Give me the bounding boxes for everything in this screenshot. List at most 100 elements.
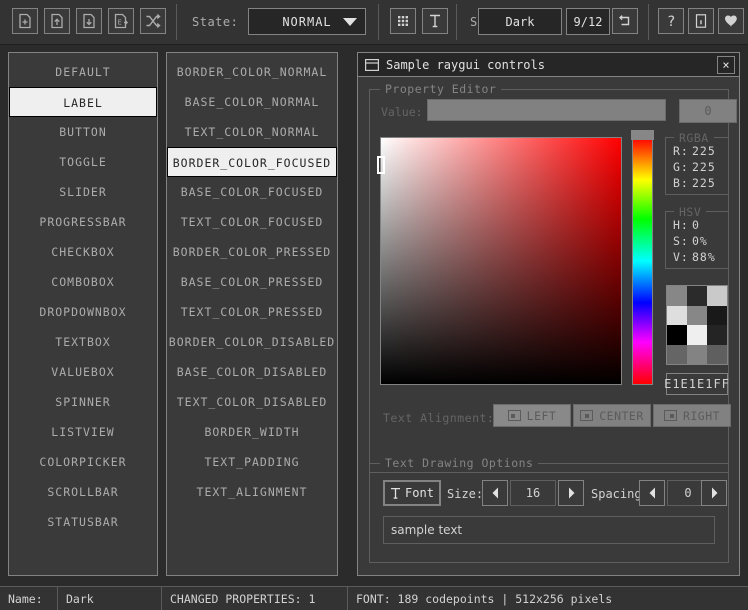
control-list-item-toggle[interactable]: TOGGLE	[9, 147, 157, 177]
reload-style-button[interactable]	[612, 8, 638, 34]
control-list-panel[interactable]: DEFAULT LABEL BUTTON TOGGLE SLIDER PROGR…	[8, 52, 158, 576]
palette-swatch[interactable]	[667, 306, 687, 326]
close-icon[interactable]: ×	[717, 56, 735, 74]
control-list-item-colorpicker[interactable]: COLORPICKER	[9, 447, 157, 477]
status-bar: Name: Dark CHANGED PROPERTIES: 1 FONT: 1…	[0, 586, 748, 610]
status-name-value[interactable]: Dark	[58, 587, 162, 610]
color-picker-sv-area[interactable]	[380, 137, 622, 385]
rgba-g-value[interactable]: 225	[692, 160, 716, 174]
size-value-box[interactable]: 16	[510, 480, 556, 506]
control-list-item-slider[interactable]: SLIDER	[9, 177, 157, 207]
new-style-button[interactable]	[12, 8, 38, 34]
text-toggle-button[interactable]	[422, 8, 448, 34]
palette-swatch[interactable]	[687, 286, 707, 306]
property-list-item-border-color-disabled[interactable]: BORDER_COLOR_DISABLED	[167, 327, 337, 357]
size-decrement-button[interactable]	[482, 480, 508, 506]
property-list-item-border-color-normal[interactable]: BORDER_COLOR_NORMAL	[167, 57, 337, 87]
value-number-box[interactable]: 0	[679, 99, 737, 123]
palette-swatch[interactable]	[687, 345, 707, 365]
control-list-item-default[interactable]: DEFAULT	[9, 57, 157, 87]
hsv-s-value[interactable]: 0%	[692, 234, 708, 248]
palette-swatch[interactable]	[667, 345, 687, 365]
align-left-toggle[interactable]: LEFT	[493, 404, 571, 427]
palette-swatch[interactable]	[687, 306, 707, 326]
style-count-box[interactable]: 9/12	[566, 8, 610, 35]
palette-swatch[interactable]	[707, 345, 727, 365]
palette-swatch[interactable]	[687, 325, 707, 345]
palette-swatch[interactable]	[667, 286, 687, 306]
control-list-item-checkbox[interactable]: CHECKBOX	[9, 237, 157, 267]
property-list-item-base-color-focused[interactable]: BASE_COLOR_FOCUSED	[167, 177, 337, 207]
window-title-bar[interactable]: Sample raygui controls ×	[358, 53, 739, 77]
file-new-icon	[17, 13, 33, 29]
control-list-item-scrollbar[interactable]: SCROLLBAR	[9, 477, 157, 507]
align-right-icon	[664, 410, 677, 421]
control-list-item-listview[interactable]: LISTVIEW	[9, 417, 157, 447]
hsv-h-value[interactable]: 0	[692, 218, 700, 232]
color-picker[interactable]	[380, 137, 655, 385]
palette-swatch[interactable]	[667, 325, 687, 345]
text-icon	[428, 13, 442, 29]
spacing-decrement-button[interactable]	[639, 480, 665, 506]
control-list-item-valuebox[interactable]: VALUEBOX	[9, 357, 157, 387]
toolbar-divider-2	[378, 4, 379, 40]
align-right-toggle[interactable]: RIGHT	[653, 404, 731, 427]
toolbar-divider-1	[176, 4, 177, 40]
align-center-toggle[interactable]: CENTER	[573, 404, 651, 427]
control-list-item-statusbar[interactable]: STATUSBAR	[9, 507, 157, 537]
property-list-panel[interactable]: BORDER_COLOR_NORMAL BASE_COLOR_NORMAL TE…	[166, 52, 338, 576]
palette-swatch[interactable]	[707, 306, 727, 326]
control-list-item-textbox[interactable]: TEXTBOX	[9, 327, 157, 357]
property-list-item-text-color-normal[interactable]: TEXT_COLOR_NORMAL	[167, 117, 337, 147]
load-style-button[interactable]	[44, 8, 70, 34]
spacing-increment-button[interactable]	[701, 480, 727, 506]
file-save-icon	[81, 13, 97, 29]
hue-bar[interactable]	[632, 137, 653, 385]
palette-swatch[interactable]	[707, 325, 727, 345]
value-slider[interactable]	[427, 99, 666, 121]
sponsor-button[interactable]	[718, 8, 744, 34]
property-list-item-border-width[interactable]: BORDER_WIDTH	[167, 417, 337, 447]
rgba-r-value[interactable]: 225	[692, 144, 716, 158]
rgba-b-value[interactable]: 225	[692, 176, 716, 190]
help-button[interactable]: ?	[658, 8, 684, 34]
info-icon	[694, 13, 708, 29]
property-list-item-base-color-disabled[interactable]: BASE_COLOR_DISABLED	[167, 357, 337, 387]
align-center-label: CENTER	[599, 409, 644, 423]
palette-swatch[interactable]	[707, 286, 727, 306]
property-list-item-border-color-focused[interactable]: BORDER_COLOR_FOCUSED	[167, 147, 337, 177]
style-name-box[interactable]: Dark	[478, 8, 562, 35]
sample-controls-window: Sample raygui controls × Property Editor…	[357, 52, 740, 576]
random-style-button[interactable]	[140, 8, 166, 34]
property-list-item-base-color-normal[interactable]: BASE_COLOR_NORMAL	[167, 87, 337, 117]
hsv-v-value[interactable]: 88%	[692, 250, 716, 264]
export-style-button[interactable]: E	[108, 8, 134, 34]
control-list-item-dropdownbox[interactable]: DROPDOWNBOX	[9, 297, 157, 327]
property-list-item-text-padding[interactable]: TEXT_PADDING	[167, 447, 337, 477]
color-picker-cursor[interactable]	[377, 156, 385, 174]
size-increment-button[interactable]	[558, 480, 584, 506]
control-list-item-spinner[interactable]: SPINNER	[9, 387, 157, 417]
svg-text:?: ?	[667, 14, 675, 29]
property-list-item-border-color-pressed[interactable]: BORDER_COLOR_PRESSED	[167, 237, 337, 267]
hue-bar-handle[interactable]	[631, 130, 654, 140]
property-list-item-base-color-pressed[interactable]: BASE_COLOR_PRESSED	[167, 267, 337, 297]
property-list-item-text-alignment[interactable]: TEXT_ALIGNMENT	[167, 477, 337, 507]
info-button[interactable]	[688, 8, 714, 34]
save-style-button[interactable]	[76, 8, 102, 34]
control-list-item-button[interactable]: BUTTON	[9, 117, 157, 147]
property-list-item-text-color-disabled[interactable]: TEXT_COLOR_DISABLED	[167, 387, 337, 417]
property-list-item-text-color-pressed[interactable]: TEXT_COLOR_PRESSED	[167, 297, 337, 327]
size-value: 16	[526, 486, 540, 500]
sample-text-input[interactable]: sample text	[383, 516, 715, 544]
hex-value-box[interactable]: E1E1E1FF	[666, 373, 728, 395]
state-dropdown[interactable]: NORMAL	[248, 8, 366, 35]
control-list-item-label[interactable]: LABEL	[9, 87, 157, 117]
text-alignment-label: Text Alignment:	[383, 411, 494, 425]
color-palette[interactable]	[666, 285, 728, 365]
font-button[interactable]: Font	[383, 480, 441, 506]
control-list-item-progressbar[interactable]: PROGRESSBAR	[9, 207, 157, 237]
property-list-item-text-color-focused[interactable]: TEXT_COLOR_FOCUSED	[167, 207, 337, 237]
control-list-item-combobox[interactable]: COMBOBOX	[9, 267, 157, 297]
grid-toggle-button[interactable]	[390, 8, 416, 34]
